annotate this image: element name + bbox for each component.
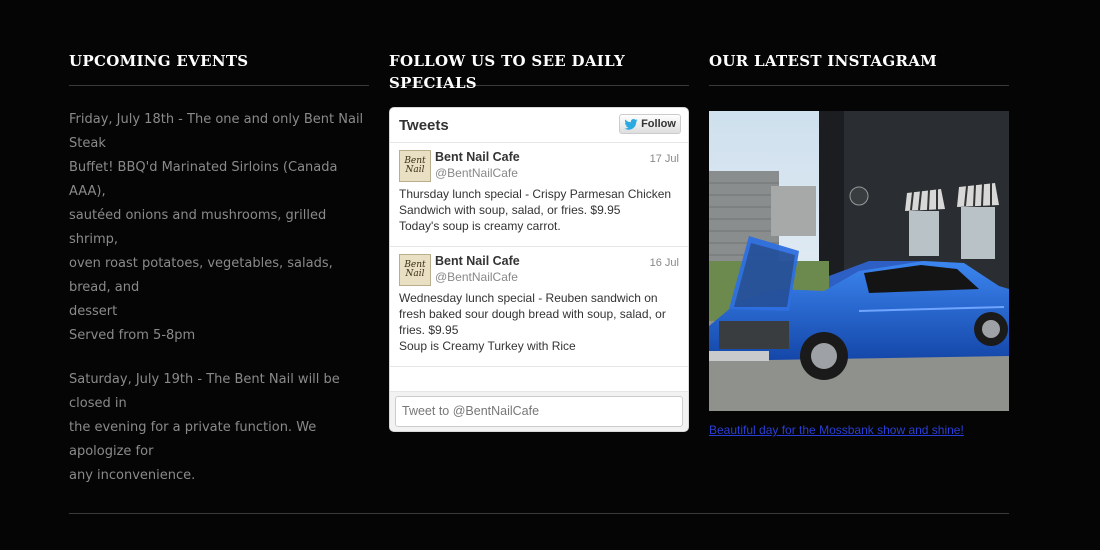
tweet-line: fries. $9.95	[399, 323, 459, 337]
tweet-text: Thursday lunch special - Crispy Parmesan…	[399, 186, 679, 234]
tweet-line: Today's soup is creamy carrot.	[399, 219, 561, 233]
tweet-compose-bar: Tweet to @BentNailCafe	[390, 391, 688, 431]
instagram-heading: OUR LATEST INSTAGRAM	[709, 50, 1009, 86]
event-text: Friday, July 18th - The one and only Ben…	[69, 112, 364, 151]
event-text: oven roast potatoes, vegetables, salads,…	[69, 256, 333, 295]
twitter-heading: FOLLOW US TO SEE DAILY SPECIALS	[389, 50, 689, 92]
tweet-text: Wednesday lunch special - Reuben sandwic…	[399, 290, 679, 354]
twitter-widget-header: Tweets Follow	[390, 108, 688, 143]
event-text: dessert	[69, 304, 118, 319]
twitter-widget-title[interactable]: Tweets	[399, 117, 449, 134]
tweet-date[interactable]: 17 Jul	[650, 153, 679, 165]
instagram-photo[interactable]	[709, 111, 1009, 411]
event-text: Served from 5-8pm	[69, 328, 196, 343]
tweet-line: Sandwich with soup, salad, or fries. $9.…	[399, 203, 621, 217]
events-column: UPCOMING EVENTS Friday, July 18th - The …	[69, 50, 369, 508]
event-item: Saturday, July 19th - The Bent Nail will…	[69, 368, 369, 488]
tweet[interactable]: Bent Nail Bent Nail Cafe @BentNailCafe 1…	[390, 143, 688, 247]
car-show-photo	[709, 111, 1009, 411]
tweet-author-handle[interactable]: @BentNailCafe	[435, 270, 679, 284]
tweet-line: Soup is Creamy Turkey with Rice	[399, 339, 576, 353]
events-heading: UPCOMING EVENTS	[69, 50, 369, 86]
events-list: Friday, July 18th - The one and only Ben…	[69, 108, 369, 488]
avatar[interactable]: Bent Nail	[399, 254, 431, 286]
tweet-author-name[interactable]: Bent Nail Cafe	[435, 254, 679, 268]
tweet-date[interactable]: 16 Jul	[650, 257, 679, 269]
tweet-line: Wednesday lunch special - Reuben sandwic…	[399, 291, 658, 305]
tweet-input[interactable]: Tweet to @BentNailCafe	[395, 396, 683, 427]
twitter-column: FOLLOW US TO SEE DAILY SPECIALS	[389, 50, 689, 92]
tweet-author-handle[interactable]: @BentNailCafe	[435, 166, 679, 180]
tweet-author-name[interactable]: Bent Nail Cafe	[435, 150, 679, 164]
event-text: Buffet! BBQ'd Marinated Sirloins (Canada…	[69, 160, 338, 199]
event-text: any inconvenience.	[69, 468, 196, 483]
avatar[interactable]: Bent Nail	[399, 150, 431, 182]
event-item: Friday, July 18th - The one and only Ben…	[69, 108, 369, 348]
twitter-widget: Tweets Follow Bent Nail Bent Nail Cafe @…	[389, 107, 689, 432]
event-text: Saturday, July 19th - The Bent Nail will…	[69, 372, 340, 411]
event-text: the evening for a private function. We a…	[69, 420, 317, 459]
twitter-bird-icon	[624, 118, 638, 130]
tweet-line: fresh baked sour dough bread with soup, …	[399, 307, 666, 321]
footer-divider	[69, 513, 1009, 514]
tweet[interactable]: Bent Nail Bent Nail Cafe @BentNailCafe 1…	[390, 247, 688, 367]
tweet-line: Thursday lunch special - Crispy Parmesan…	[399, 187, 672, 201]
event-text: sautéed onions and mushrooms, grilled sh…	[69, 208, 327, 247]
follow-label: Follow	[641, 118, 676, 130]
follow-button[interactable]: Follow	[619, 114, 681, 134]
instagram-column: OUR LATEST INSTAGRAM	[709, 50, 1009, 86]
instagram-caption-link[interactable]: Beautiful day for the Mossbank show and …	[709, 423, 964, 437]
